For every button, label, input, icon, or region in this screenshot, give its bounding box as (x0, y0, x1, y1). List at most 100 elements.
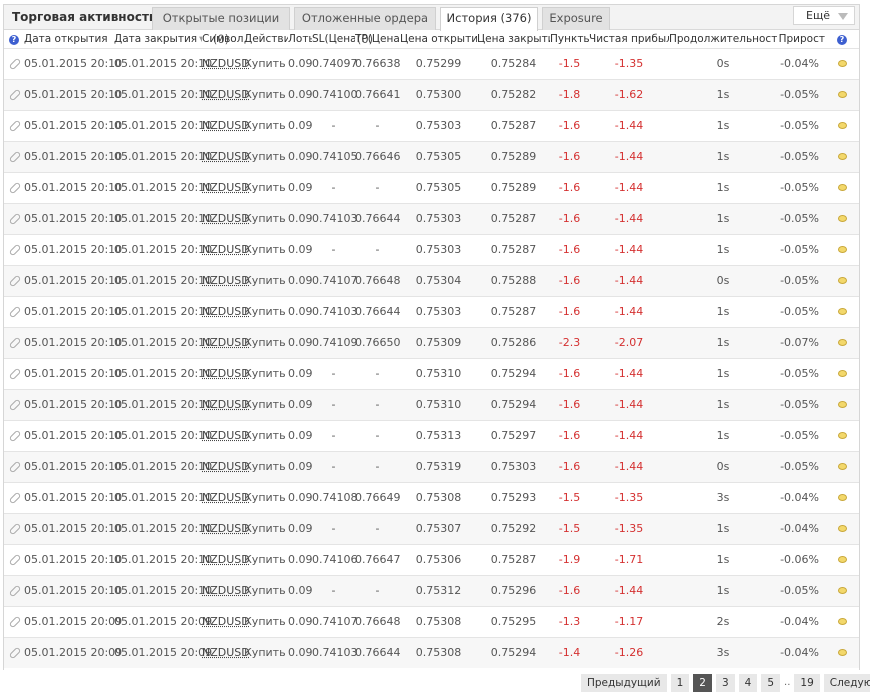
column-header[interactable]: Символ (202, 30, 244, 48)
symbol-link[interactable]: NZDUSD (202, 88, 250, 101)
column-header[interactable]: Прирост (777, 30, 825, 48)
comment-icon[interactable] (837, 184, 847, 191)
comment-icon[interactable] (837, 91, 847, 98)
column-header[interactable]: Цена закрытия (477, 30, 550, 48)
tab-open-positions[interactable]: Открытые позиции (0) (152, 7, 290, 46)
page-last-button[interactable]: 19 (794, 674, 820, 692)
table-row[interactable]: 05.01.2015 20:10 05.01.2015 20:10 NZDUSD Ку… (4, 512, 859, 544)
symbol-link[interactable]: NZDUSD (202, 336, 250, 349)
comment-icon[interactable] (837, 153, 847, 160)
help-icon[interactable]: ? (9, 34, 19, 45)
symbol-link[interactable]: NZDUSD (202, 491, 250, 504)
comment-icon[interactable] (837, 556, 847, 563)
cell-value: 0.75310 (415, 398, 462, 411)
page-1-button[interactable]: 1 (670, 674, 690, 692)
comment-icon[interactable] (837, 494, 847, 501)
symbol-link[interactable]: NZDUSD (202, 522, 250, 535)
table-row[interactable]: 05.01.2015 20:10 05.01.2015 20:10 NZDUSD Ку… (4, 450, 859, 482)
comment-icon-cell (825, 512, 859, 544)
column-header[interactable]: Лоты (288, 30, 312, 48)
cell: 05.01.2015 20:10 (114, 202, 212, 234)
page-2-button[interactable]: 2 (693, 674, 712, 692)
table-row[interactable]: 05.01.2015 20:10 05.01.2015 20:10 NZDUSD Ку… (4, 202, 859, 234)
cell-value: 0.09 (288, 88, 313, 101)
tab-history[interactable]: История (376) (440, 7, 538, 31)
column-header[interactable]: Пункты (550, 30, 589, 48)
page-5-button[interactable]: 5 (761, 674, 781, 692)
tab-pending-orders[interactable]: Отложенные ордера (0) (294, 7, 436, 46)
column-header[interactable]: Цена открытия (400, 30, 477, 48)
prev-page-button[interactable]: Предыдущий (581, 674, 667, 692)
comment-icon[interactable] (837, 277, 847, 284)
comment-icon[interactable] (837, 215, 847, 222)
table-row[interactable]: 05.01.2015 20:10 05.01.2015 20:10 NZDUSD Ку… (4, 233, 859, 265)
symbol-link[interactable]: NZDUSD (202, 150, 250, 163)
column-header[interactable]: Чистая прибыль (589, 30, 669, 48)
symbol-link[interactable]: NZDUSD (202, 398, 250, 411)
symbol-link[interactable]: NZDUSD (202, 243, 250, 256)
cell-value: 05.01.2015 20:10 (24, 212, 123, 225)
table-row[interactable]: 05.01.2015 20:10 05.01.2015 20:10 NZDUSD Ку… (4, 326, 859, 358)
comment-icon[interactable] (837, 401, 847, 408)
comment-icon[interactable] (837, 525, 847, 532)
column-header[interactable]: TP(Цена) (355, 30, 400, 48)
symbol-link[interactable]: NZDUSD (202, 181, 250, 194)
comment-icon[interactable] (837, 122, 847, 129)
symbol-link[interactable]: NZDUSD (202, 584, 250, 597)
table-row[interactable]: 05.01.2015 20:10 05.01.2015 20:10 NZDUSD Ку… (4, 543, 859, 575)
symbol-link[interactable]: NZDUSD (202, 305, 250, 318)
cell-value: 0.76649 (355, 491, 401, 504)
table-row[interactable]: 05.01.2015 20:09 05.01.2015 20:09 NZDUSD Ку… (4, 636, 859, 668)
symbol-link[interactable]: NZDUSD (202, 553, 250, 566)
table-row[interactable]: 05.01.2015 20:09 05.01.2015 20:09 NZDUSD Ку… (4, 605, 859, 637)
more-dropdown[interactable]: Ещё (793, 6, 855, 25)
column-header[interactable]: Продолжительность (669, 30, 777, 48)
column-header[interactable]: Действие (244, 30, 288, 48)
comment-icon[interactable] (837, 649, 847, 657)
table-row[interactable]: 05.01.2015 20:10 05.01.2015 20:10 NZDUSD Ку… (4, 574, 859, 606)
table-row[interactable]: 05.01.2015 20:10 05.01.2015 20:10 NZDUSD Ку… (4, 78, 859, 110)
table-row[interactable]: 05.01.2015 20:10 05.01.2015 20:10 NZDUSD Ку… (4, 419, 859, 451)
table-row[interactable]: 05.01.2015 20:10 05.01.2015 20:10 NZDUSD Ку… (4, 140, 859, 172)
next-page-button[interactable]: Следующий (823, 674, 870, 692)
cell: NZDUSD (202, 636, 250, 668)
table-row[interactable]: 05.01.2015 20:10 05.01.2015 20:10 NZDUSD Ку… (4, 47, 859, 79)
comment-icon[interactable] (837, 308, 847, 315)
help-icon[interactable]: ? (837, 34, 847, 45)
comment-icon[interactable] (837, 339, 847, 346)
page-3-button[interactable]: 3 (715, 674, 735, 692)
column-header[interactable]: Дата закрытия ▾ (114, 30, 202, 48)
column-header[interactable]: Дата открытия (24, 30, 114, 48)
comment-icon[interactable] (837, 463, 847, 470)
table-row[interactable]: 05.01.2015 20:10 05.01.2015 20:10 NZDUSD Ку… (4, 171, 859, 203)
page-4-button[interactable]: 4 (738, 674, 758, 692)
symbol-link[interactable]: NZDUSD (202, 615, 250, 628)
symbol-link[interactable]: NZDUSD (202, 646, 250, 659)
cell-value: 05.01.2015 20:09 (24, 615, 123, 628)
symbol-link[interactable]: NZDUSD (202, 119, 250, 132)
symbol-link[interactable]: NZDUSD (202, 460, 250, 473)
comment-icon[interactable] (837, 246, 847, 253)
symbol-link[interactable]: NZDUSD (202, 212, 250, 225)
cell-value: -1.44 (614, 150, 644, 163)
symbol-link[interactable]: NZDUSD (202, 429, 250, 442)
table-row[interactable]: 05.01.2015 20:10 05.01.2015 20:10 NZDUSD Ку… (4, 295, 859, 327)
comment-icon[interactable] (837, 370, 847, 377)
symbol-link[interactable]: NZDUSD (202, 274, 250, 287)
table-row[interactable]: 05.01.2015 20:10 05.01.2015 20:10 NZDUSD Ку… (4, 264, 859, 296)
comment-icon[interactable] (837, 618, 847, 625)
cell-value: 05.01.2015 20:10 (114, 398, 213, 411)
cell: -1.4 (550, 636, 589, 668)
comment-icon[interactable] (837, 432, 847, 439)
table-row[interactable]: 05.01.2015 20:10 05.01.2015 20:10 NZDUSD Ку… (4, 388, 859, 420)
symbol-link[interactable]: NZDUSD (202, 57, 250, 70)
table-row[interactable]: 05.01.2015 20:10 05.01.2015 20:10 NZDUSD Ку… (4, 481, 859, 513)
tab-exposure[interactable]: Exposure (542, 7, 610, 30)
cell-value: 0.75287 (490, 243, 537, 256)
table-row[interactable]: 05.01.2015 20:10 05.01.2015 20:10 NZDUSD Ку… (4, 109, 859, 141)
symbol-link[interactable]: NZDUSD (202, 367, 250, 380)
comment-icon[interactable] (837, 587, 847, 594)
comment-icon[interactable] (837, 60, 847, 67)
table-row[interactable]: 05.01.2015 20:10 05.01.2015 20:10 NZDUSD Ку… (4, 357, 859, 389)
column-header[interactable]: SL(Цена) (312, 30, 355, 48)
